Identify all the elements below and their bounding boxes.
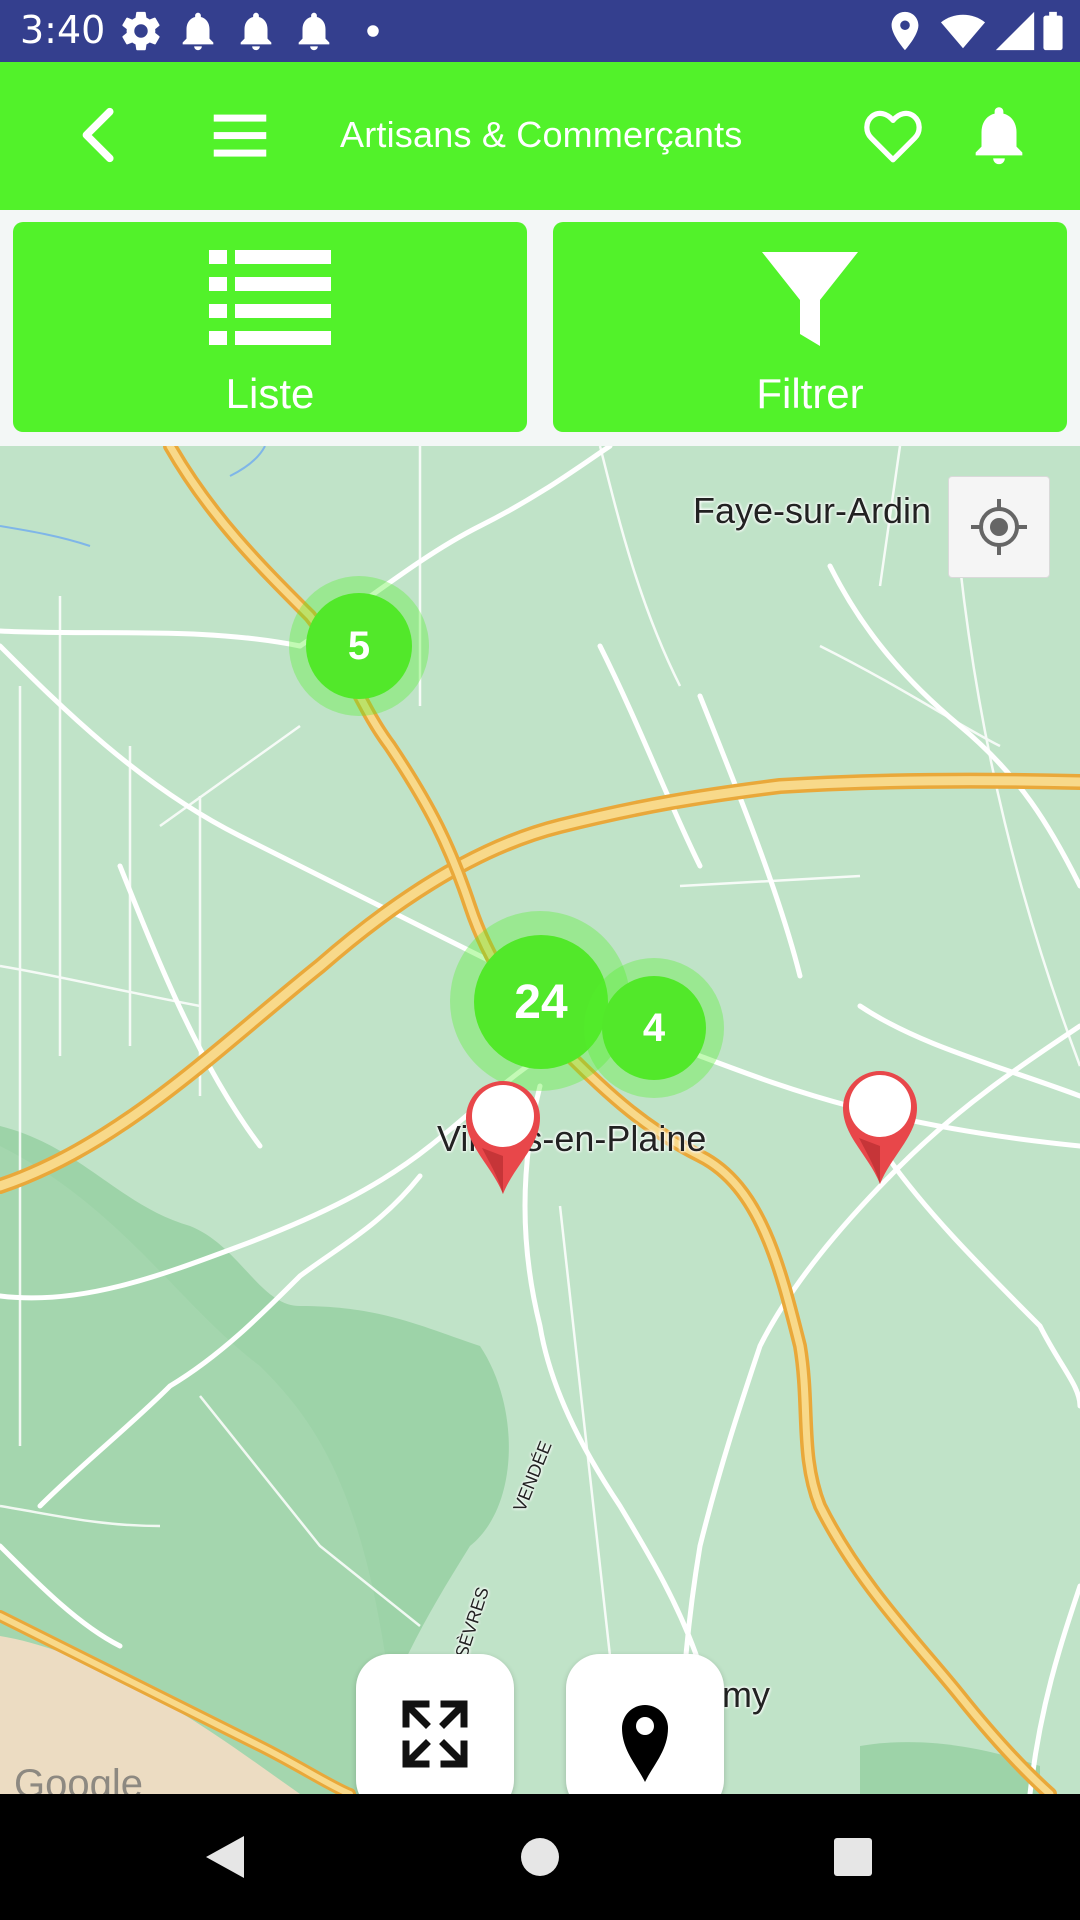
wifi-icon (940, 14, 986, 49)
bell-icon[interactable] (964, 100, 1034, 170)
cluster-count: 5 (306, 593, 412, 699)
map-cluster[interactable]: 4 (584, 958, 724, 1098)
cluster-count: 4 (602, 976, 706, 1080)
bell-icon (182, 12, 214, 51)
location-pin-button[interactable] (566, 1654, 724, 1794)
place-label: my (722, 1674, 770, 1715)
home-nav-icon[interactable] (515, 1832, 565, 1882)
view-switcher: Liste Filtrer (0, 210, 1080, 446)
map-marker-icon[interactable] (462, 1076, 544, 1196)
crosshair-icon (971, 499, 1027, 555)
map-view[interactable]: Faye-sur-Ardin Villiers-en-Plaine my VEN… (0, 446, 1080, 1794)
back-nav-icon[interactable] (200, 1832, 250, 1882)
status-time: 3:40 (20, 8, 106, 52)
battery-icon (1043, 11, 1063, 51)
system-nav-bar (0, 1794, 1080, 1920)
bell-icon (240, 12, 272, 51)
google-watermark: Google (14, 1762, 143, 1794)
recents-nav-icon[interactable] (828, 1832, 878, 1882)
filter-icon (762, 252, 858, 346)
location-icon (891, 11, 919, 51)
location-pin-icon (622, 1705, 668, 1782)
list-button-label: Liste (225, 370, 315, 417)
bell-icon (298, 12, 330, 51)
map-cluster[interactable]: 5 (289, 576, 429, 716)
map-marker-icon[interactable] (839, 1066, 921, 1186)
list-button[interactable]: Liste (13, 222, 527, 432)
gear-icon (122, 11, 160, 51)
fullscreen-button[interactable] (356, 1654, 514, 1794)
page-title: Artisans & Commerçants (340, 114, 743, 155)
expand-icon (402, 1700, 468, 1768)
filter-button[interactable]: Filtrer (553, 222, 1067, 432)
list-icon (209, 250, 331, 345)
place-label: Faye-sur-Ardin (693, 490, 932, 531)
heart-icon[interactable] (858, 100, 928, 170)
dot-icon (367, 25, 379, 37)
menu-icon[interactable] (205, 100, 275, 170)
filter-button-label: Filtrer (756, 370, 864, 417)
status-bar: 3:40 (0, 0, 1080, 62)
app-toolbar: Artisans & Commerçants (0, 62, 1080, 210)
back-icon[interactable] (66, 100, 136, 170)
my-location-button[interactable] (948, 476, 1050, 578)
